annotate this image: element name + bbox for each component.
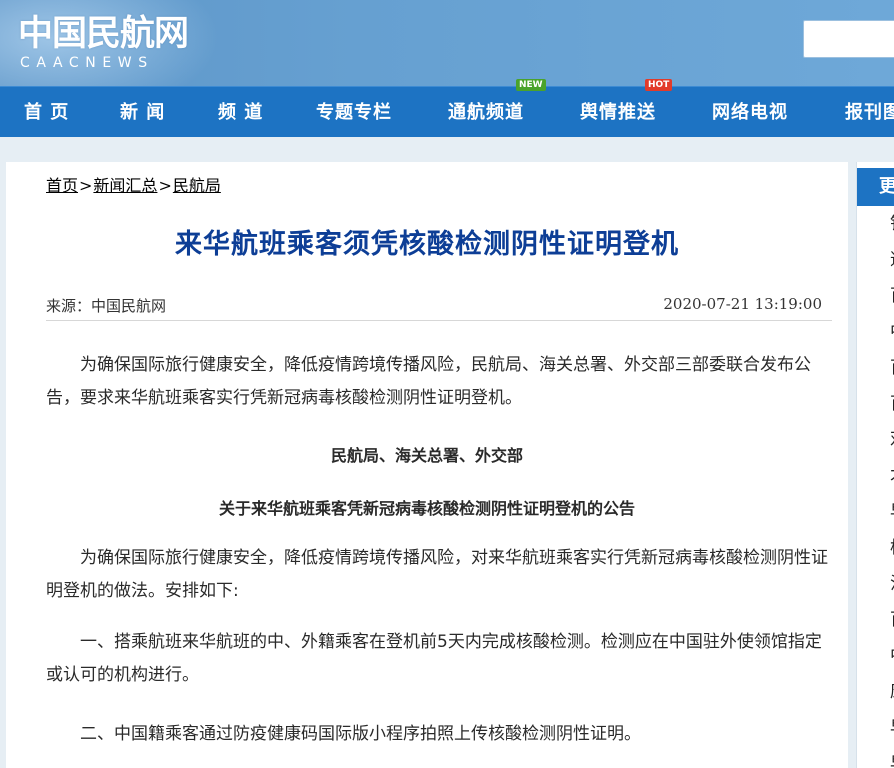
article-meta: 来源：中国民航网 2020-07-21 13:19:00 — [46, 295, 832, 321]
nav-item-label: 频 道 — [218, 102, 264, 123]
sidebar-news-item[interactable]: 早 — [857, 746, 894, 768]
nav-item-public-opinion[interactable]: 舆情推送 — [580, 87, 656, 138]
sidebar-news-item[interactable]: 枪 — [857, 530, 894, 566]
sidebar-news-item[interactable]: 早 — [857, 710, 894, 746]
sidebar-news-item[interactable]: 百 — [857, 602, 894, 638]
sidebar-news-item[interactable]: 铁 — [857, 206, 894, 242]
hot-badge: HOT — [645, 79, 673, 91]
article-paragraph-2: 一、搭乘航班来华航班的中、外籍乘客在登机前5天内完成核酸检测。检测应在中国驻外使… — [46, 632, 822, 685]
nav-item-label: 专题专栏 — [316, 102, 392, 123]
search-input[interactable] — [803, 20, 894, 58]
nav-item-label: 舆情推送 — [580, 102, 656, 123]
notice-issuers: 民航局、海关总署、外交部 — [330, 446, 523, 465]
nav-item-channels[interactable]: 频 道 — [218, 87, 263, 138]
breadcrumb-home-link[interactable]: 首页 — [46, 176, 78, 195]
breadcrumb-caac-link[interactable]: 民航局 — [173, 176, 221, 195]
sidebar-tab-more[interactable]: 更 — [857, 168, 894, 206]
sidebar-news-item[interactable]: 康 — [857, 674, 894, 710]
sidebar-news-item[interactable]: 百 — [857, 278, 894, 314]
nav-item-label: 报刊图 — [845, 102, 894, 123]
notice-title: 关于来华航班乘客凭新冠病毒核酸检测阴性证明登机的公告 — [218, 499, 635, 518]
breadcrumb-separator: > — [79, 176, 93, 195]
logo-english-text: CAACNEWS — [20, 55, 154, 71]
article-date: 2020-07-21 13:19:00 — [663, 295, 822, 313]
sidebar-news-item[interactable]: 中 — [857, 314, 894, 350]
sidebar-news-item[interactable]: 中 — [857, 638, 894, 674]
sidebar-news-list: 铁 逆 百 中 百 百 邓 才 早 枪 沾 百 中 康 早 早 — [857, 206, 894, 768]
nav-spacer — [0, 137, 894, 162]
article-paragraph-1: 为确保国际旅行健康安全，降低疫情跨境传播风险，对来华航班乘客实行凭新冠病毒核酸检… — [46, 548, 828, 601]
breadcrumb: 首页>新闻汇总>民航局 — [46, 172, 221, 196]
sidebar-news-item[interactable]: 百 — [857, 350, 894, 386]
nav-item-news[interactable]: 新 闻 — [120, 87, 165, 138]
article-paragraph-3: 二、中国籍乘客通过防疫健康码国际版小程序拍照上传核酸检测阴性证明。 — [80, 724, 641, 744]
breadcrumb-news-link[interactable]: 新闻汇总 — [93, 176, 157, 195]
new-badge: NEW — [516, 79, 546, 91]
sidebar-news-item[interactable]: 百 — [857, 386, 894, 422]
sidebar-news-item[interactable]: 沾 — [857, 566, 894, 602]
nav-item-newspaper[interactable]: 报刊图 — [845, 87, 894, 138]
site-logo[interactable]: 中国民航网 CAACNEWS — [18, 14, 198, 74]
nav-item-label: 首 页 — [24, 102, 70, 123]
right-sidebar: 更 铁 逆 百 中 百 百 邓 才 早 枪 沾 百 中 康 早 早 — [856, 162, 894, 768]
breadcrumb-separator: > — [158, 176, 172, 195]
nav-item-label: 新 闻 — [120, 102, 166, 123]
nav-item-label: 网络电视 — [712, 102, 788, 123]
sidebar-news-item[interactable]: 逆 — [857, 242, 894, 278]
article-source: 来源：中国民航网 — [46, 297, 167, 315]
article-title: 来华航班乘客须凭核酸检测阴性证明登机 — [175, 229, 679, 260]
sidebar-news-item[interactable]: 才 — [857, 458, 894, 494]
logo-chinese-text: 中国民航网 — [18, 14, 189, 54]
nav-item-home[interactable]: 首 页 — [24, 87, 69, 138]
sidebar-news-item[interactable]: 早 — [857, 494, 894, 530]
site-header: 中国民航网 CAACNEWS — [0, 0, 894, 86]
nav-item-general-aviation[interactable]: 通航频道 — [448, 87, 524, 138]
main-nav: 首 页 新 闻 频 道 专题专栏 通航频道 NEW 舆情推送 HOT 网络电视 … — [0, 79, 894, 138]
nav-item-online-tv[interactable]: 网络电视 — [712, 87, 788, 138]
sidebar-news-item[interactable]: 邓 — [857, 422, 894, 458]
nav-item-label: 通航频道 — [448, 102, 524, 123]
article-panel: 首页>新闻汇总>民航局 来华航班乘客须凭核酸检测阴性证明登机 来源：中国民航网 … — [6, 162, 848, 768]
nav-item-topics[interactable]: 专题专栏 — [316, 87, 392, 138]
article-intro: 为确保国际旅行健康安全，降低疫情跨境传播风险，民航局、海关总署、外交部三部委联合… — [46, 355, 811, 408]
